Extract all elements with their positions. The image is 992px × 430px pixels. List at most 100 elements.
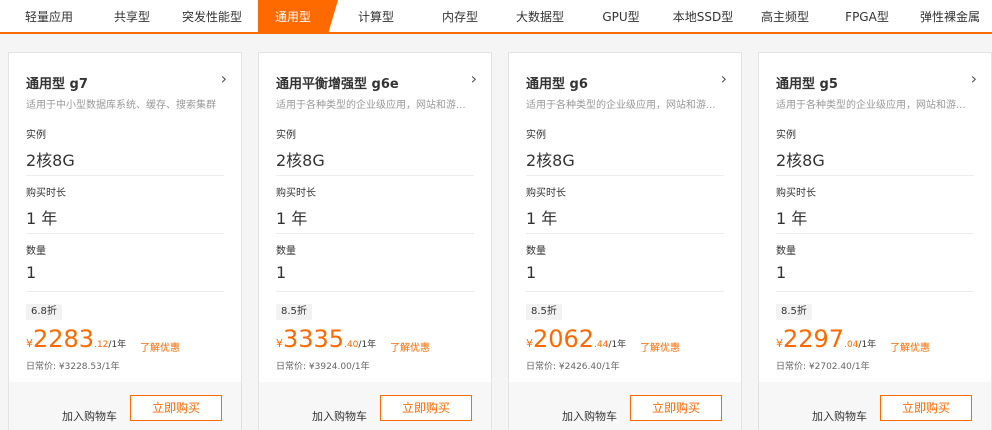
price: ¥2297.04/1年 [776, 325, 876, 353]
quantity-value[interactable]: 1 [276, 263, 286, 282]
price-decimal: .40 [344, 340, 359, 350]
promo-link[interactable]: 了解优惠 [890, 339, 930, 354]
divider [776, 291, 974, 292]
quantity-value[interactable]: 1 [26, 263, 36, 282]
divider [26, 233, 224, 234]
regular-price: 日常价: ¥3228.53/1年 [26, 362, 120, 372]
duration-value[interactable]: 1 年 [26, 205, 57, 229]
divider [776, 175, 974, 176]
card-description: 适用于各种类型的企业级应用，网站和游... [526, 100, 716, 111]
promo-link[interactable]: 了解优惠 [140, 339, 180, 354]
add-to-cart-button[interactable]: 加入购物车 [312, 408, 367, 424]
duration-value[interactable]: 1 年 [526, 205, 557, 229]
duration-value[interactable]: 1 年 [276, 205, 307, 229]
tab-memory[interactable]: 内存型 [420, 0, 500, 34]
regular-price: 日常价: ¥2426.40/1年 [526, 362, 620, 372]
card-title[interactable]: 通用型 g6 [526, 73, 588, 92]
divider [26, 291, 224, 292]
duration-label: 购买时长 [26, 188, 66, 199]
tab-fpga[interactable]: FPGA型 [830, 0, 904, 34]
chevron-right-icon[interactable]: › [471, 69, 477, 88]
tab-bare-metal[interactable]: 弹性裸金属 [908, 0, 992, 34]
currency-symbol: ¥ [26, 337, 33, 350]
card-description: 适用于中小型数据库系统、缓存、搜索集群 [26, 100, 216, 111]
instance-value[interactable]: 2核8G [26, 147, 75, 171]
add-to-cart-button[interactable]: 加入购物车 [562, 408, 617, 424]
tab-lightweight[interactable]: 轻量应用 [0, 0, 98, 34]
currency-symbol: ¥ [776, 337, 783, 350]
duration-label: 购买时长 [526, 188, 566, 199]
quantity-label: 数量 [26, 246, 46, 257]
instance-label: 实例 [776, 130, 796, 141]
tab-compute[interactable]: 计算型 [340, 0, 412, 34]
duration-label: 购买时长 [776, 188, 816, 199]
card-description: 适用于各种类型的企业级应用，网站和游... [776, 100, 966, 111]
price-decimal: .44 [594, 340, 609, 350]
promo-link[interactable]: 了解优惠 [390, 339, 430, 354]
duration-label: 购买时长 [276, 188, 316, 199]
price-decimal: .12 [94, 340, 109, 350]
tab-burstable[interactable]: 突发性能型 [166, 0, 258, 34]
card-description: 适用于各种类型的企业级应用，网站和游... [276, 100, 466, 111]
price-decimal: .04 [844, 340, 859, 350]
chevron-right-icon[interactable]: › [971, 69, 977, 88]
instance-label: 实例 [26, 130, 46, 141]
product-card-g7: 通用型 g7 › 适用于中小型数据库系统、缓存、搜索集群 实例 2核8G 购买时… [8, 52, 242, 430]
add-to-cart-button[interactable]: 加入购物车 [62, 408, 117, 424]
quantity-label: 数量 [776, 246, 796, 257]
discount-badge: 8.5折 [526, 304, 562, 320]
divider [276, 233, 474, 234]
promo-link[interactable]: 了解优惠 [640, 339, 680, 354]
instance-label: 实例 [526, 130, 546, 141]
buy-now-button[interactable]: 立即购买 [380, 395, 472, 421]
divider [276, 291, 474, 292]
tab-local-ssd[interactable]: 本地SSD型 [662, 0, 744, 34]
divider [526, 233, 724, 234]
product-card-g6e: 通用平衡增强型 g6e › 适用于各种类型的企业级应用，网站和游... 实例 2… [258, 52, 492, 430]
divider [526, 291, 724, 292]
tab-big-data[interactable]: 大数据型 [500, 0, 580, 34]
regular-price: 日常价: ¥3924.00/1年 [276, 362, 370, 372]
card-title[interactable]: 通用型 g5 [776, 73, 838, 92]
tab-gpu[interactable]: GPU型 [585, 0, 657, 34]
price-integer: 2297 [783, 325, 845, 353]
product-card-g5: 通用型 g5 › 适用于各种类型的企业级应用，网站和游... 实例 2核8G 购… [758, 52, 992, 430]
chevron-right-icon[interactable]: › [721, 69, 727, 88]
card-title[interactable]: 通用平衡增强型 g6e [276, 73, 399, 92]
instance-value[interactable]: 2核8G [526, 147, 575, 171]
price-integer: 2283 [33, 325, 95, 353]
price: ¥2283.12/1年 [26, 325, 126, 353]
divider [276, 175, 474, 176]
add-to-cart-button[interactable]: 加入购物车 [812, 408, 867, 424]
buy-now-button[interactable]: 立即购买 [630, 395, 722, 421]
duration-value[interactable]: 1 年 [776, 205, 807, 229]
buy-now-button[interactable]: 立即购买 [130, 395, 222, 421]
discount-badge: 8.5折 [776, 304, 812, 320]
price-unit: /1年 [608, 340, 627, 350]
buy-now-button[interactable]: 立即购买 [880, 395, 972, 421]
instance-value[interactable]: 2核8G [776, 147, 825, 171]
instance-value[interactable]: 2核8G [276, 147, 325, 171]
price: ¥3335.40/1年 [276, 325, 376, 353]
instance-type-tabbar: 轻量应用 共享型 突发性能型 通用型 计算型 内存型 大数据型 GPU型 本地S… [0, 0, 992, 34]
tab-shared[interactable]: 共享型 [98, 0, 166, 34]
quantity-value[interactable]: 1 [526, 263, 536, 282]
instance-label: 实例 [276, 130, 296, 141]
quantity-label: 数量 [526, 246, 546, 257]
divider [776, 233, 974, 234]
discount-badge: 8.5折 [276, 304, 312, 320]
tab-high-frequency[interactable]: 高主频型 [748, 0, 822, 34]
divider [26, 175, 224, 176]
quantity-value[interactable]: 1 [776, 263, 786, 282]
chevron-right-icon[interactable]: › [221, 69, 227, 88]
currency-symbol: ¥ [276, 337, 283, 350]
quantity-label: 数量 [276, 246, 296, 257]
price: ¥2062.44/1年 [526, 325, 626, 353]
product-card-g6: 通用型 g6 › 适用于各种类型的企业级应用，网站和游... 实例 2核8G 购… [508, 52, 742, 430]
price-unit: /1年 [358, 340, 377, 350]
regular-price: 日常价: ¥2702.40/1年 [776, 362, 870, 372]
price-unit: /1年 [858, 340, 877, 350]
card-title[interactable]: 通用型 g7 [26, 73, 88, 92]
tab-general-purpose[interactable]: 通用型 [258, 0, 338, 34]
discount-badge: 6.8折 [26, 304, 62, 320]
